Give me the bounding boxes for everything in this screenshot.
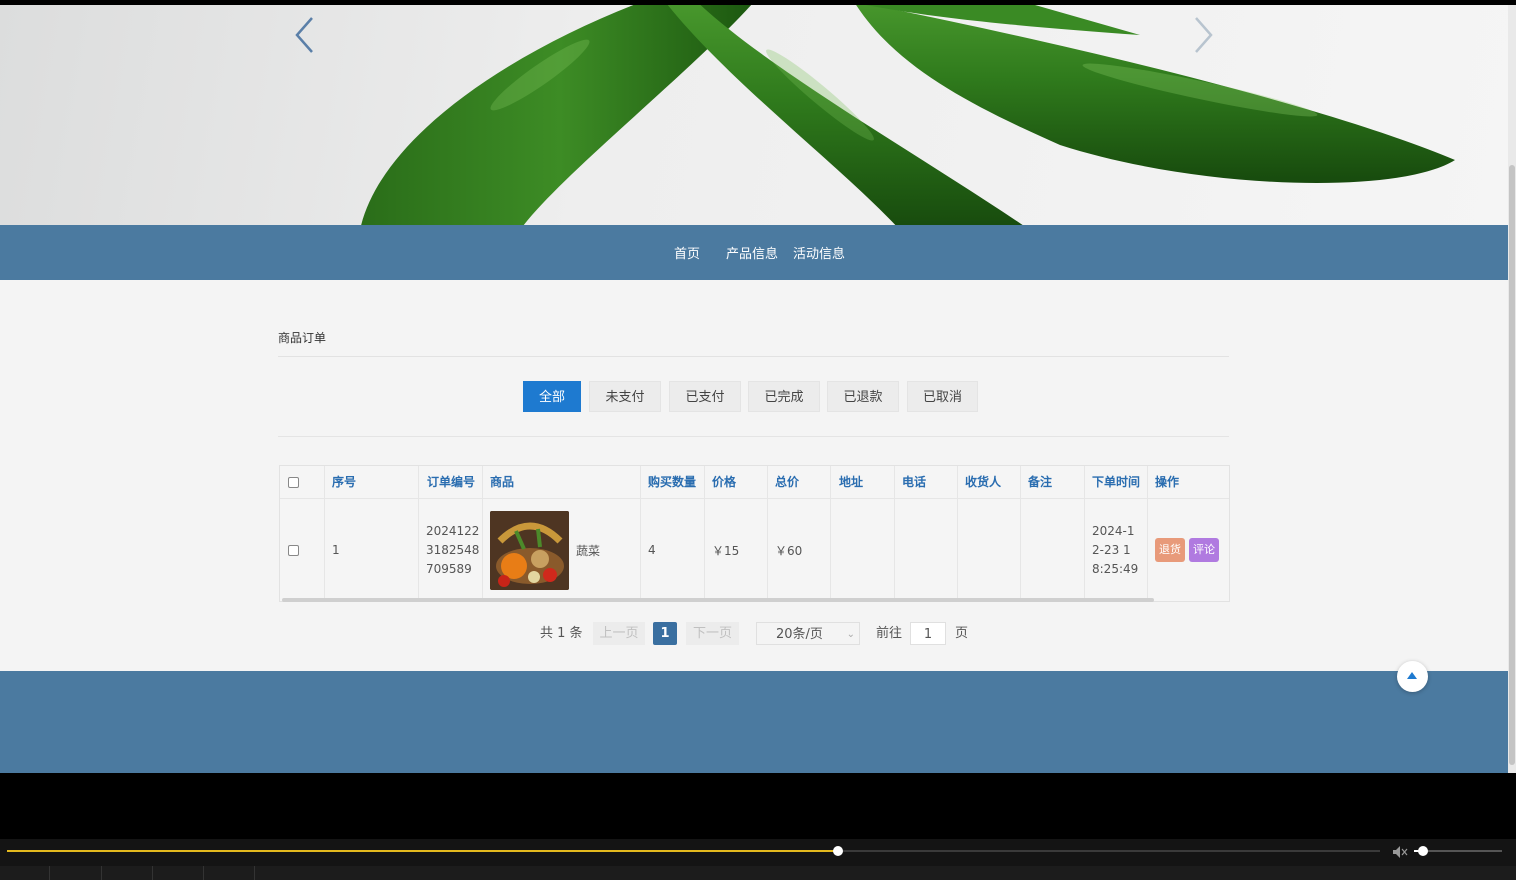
carousel-prev-button[interactable] [290, 15, 320, 55]
toolbar-separator [101, 866, 102, 880]
nav-home[interactable]: 首页 [674, 243, 700, 262]
cell-phone [894, 499, 957, 601]
product-image[interactable] [490, 510, 569, 590]
vegetable-basket-icon [490, 510, 569, 590]
chevron-left-icon [295, 17, 313, 53]
pagination-prev-button[interactable]: 上一页 [593, 622, 645, 645]
page-unit-label: 页 [955, 626, 969, 641]
volume-icon[interactable] [1392, 844, 1408, 858]
toolbar-separator [254, 866, 255, 880]
cell-order-no: 20241223182548709589 [418, 499, 482, 601]
select-all-checkbox[interactable] [288, 476, 299, 488]
header-note[interactable]: 备注 [1020, 466, 1084, 498]
divider [278, 356, 1229, 357]
header-phone[interactable]: 电话 [894, 466, 957, 498]
header-select-all-cell [280, 466, 324, 498]
cell-time: 2024-12-23 18:25:49 [1084, 499, 1147, 601]
goto-page-input[interactable]: 1 [910, 622, 946, 645]
order-no-text: 20241223182548709589 [426, 523, 480, 576]
page-size-value: 20条/页 [776, 627, 823, 642]
nav-products[interactable]: 产品信息 [726, 243, 778, 262]
progress-fill [7, 850, 839, 852]
tab-all[interactable]: 全部 [523, 381, 581, 412]
tab-refunded[interactable]: 已退款 [827, 381, 899, 412]
pagination-current-page[interactable]: 1 [653, 622, 677, 645]
orders-table: 序号 订单编号 商品 购买数量 价格 总价 地址 电话 收货人 备注 下单时间 … [279, 465, 1230, 602]
progress-handle[interactable] [833, 846, 844, 856]
header-total[interactable]: 总价 [767, 466, 831, 498]
toolbar-separator [152, 866, 153, 880]
table-horizontal-scrollbar[interactable] [282, 598, 1154, 602]
nav-activities[interactable]: 活动信息 [793, 243, 845, 262]
tab-unpaid[interactable]: 未支付 [589, 381, 661, 412]
refund-button[interactable]: 退货 [1155, 538, 1185, 562]
chevron-down-icon: ⌄ [846, 629, 855, 640]
product-name: 蔬菜 [576, 543, 601, 558]
cell-note [1020, 499, 1084, 601]
footer [0, 671, 1508, 773]
header-order-no[interactable]: 订单编号 [419, 466, 482, 498]
player-toolbar [0, 866, 1516, 880]
page: 首页 产品信息 活动信息 商品订单 全部 未支付 已支付 已完成 已退款 已取消… [0, 5, 1508, 773]
cell-address [830, 499, 894, 601]
page-title: 商品订单 [278, 331, 327, 345]
table-row-select-cell [280, 499, 324, 601]
toolbar-separator [49, 866, 50, 880]
banner-image [361, 5, 1455, 225]
page-size-select[interactable]: 20条/页 ⌄ [756, 622, 860, 645]
cell-product: 蔬菜 [482, 499, 640, 601]
back-to-top-button[interactable] [1397, 661, 1428, 692]
row-checkbox[interactable] [288, 544, 299, 556]
chevron-right-icon [1195, 17, 1213, 53]
header-time[interactable]: 下单时间 [1084, 466, 1147, 498]
header-quantity[interactable]: 购买数量 [640, 466, 704, 498]
pagination-next-button[interactable]: 下一页 [686, 622, 739, 645]
main-nav: 首页 产品信息 活动信息 [0, 225, 1508, 280]
tab-paid[interactable]: 已支付 [669, 381, 741, 412]
header-actions: 操作 [1155, 475, 1180, 489]
order-time-text: 2024-12-23 18:25:49 [1092, 523, 1139, 576]
tab-cancelled[interactable]: 已取消 [907, 381, 978, 412]
carousel-next-button[interactable] [1188, 15, 1218, 55]
header-receiver[interactable]: 收货人 [957, 466, 1020, 498]
cell-total: ￥60 [775, 543, 803, 558]
page-vertical-scrollbar[interactable] [1508, 5, 1516, 773]
pagination-total: 共 1 条 [540, 626, 583, 641]
header-price[interactable]: 价格 [704, 466, 767, 498]
video-player-bar [0, 839, 1516, 880]
cell-actions: 退货 评论 [1147, 499, 1229, 601]
review-button[interactable]: 评论 [1189, 538, 1219, 562]
header-product[interactable]: 商品 [482, 466, 640, 498]
header-address[interactable]: 地址 [831, 466, 894, 498]
cell-price: ￥15 [712, 543, 740, 558]
toolbar-separator [203, 866, 204, 880]
cell-receiver [957, 499, 1020, 601]
header-index[interactable]: 序号 [324, 466, 419, 498]
scrollbar-thumb[interactable] [1509, 165, 1515, 765]
tab-completed[interactable]: 已完成 [748, 381, 820, 412]
volume-handle[interactable] [1417, 846, 1428, 856]
goto-label: 前往 [876, 626, 903, 641]
cell-quantity: 4 [648, 543, 656, 557]
divider [278, 436, 1229, 437]
cell-index: 1 [332, 543, 340, 557]
banner-carousel [0, 5, 1508, 225]
